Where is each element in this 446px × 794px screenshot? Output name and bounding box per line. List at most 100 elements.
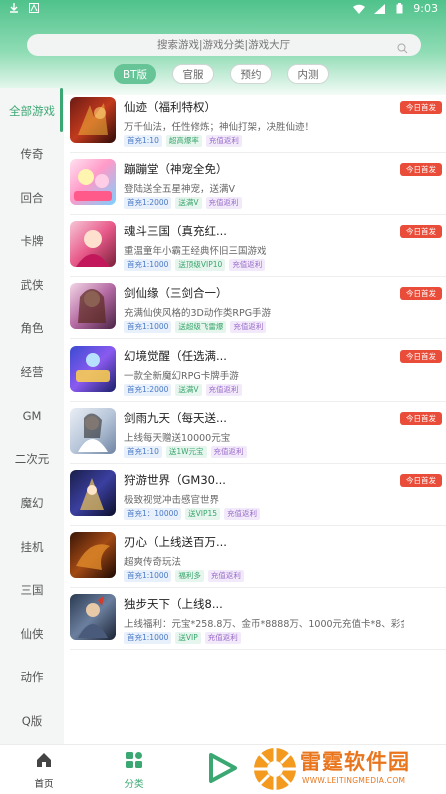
game-tags: 首充1:1000 送顶级VIP10 充值返利: [124, 259, 266, 271]
nav-category[interactable]: 分类: [114, 751, 154, 790]
nav-home[interactable]: 首页: [24, 751, 64, 790]
sidebar-item-gm[interactable]: GM: [0, 401, 64, 431]
sidebar-item-management[interactable]: 经营: [0, 357, 64, 387]
list-item[interactable]: 蹦蹦堂（神宠全免） 登陆送全五星神宠，送满V 首充1:2000 送满V 充值返利…: [70, 153, 446, 215]
launch-badge: 今日首发: [400, 412, 442, 425]
game-title: 仙迹（福利特权）: [124, 100, 216, 114]
wifi-icon: [353, 3, 366, 15]
game-description: 上线每天赠送10000元宝: [124, 433, 231, 444]
game-icon: [70, 346, 116, 392]
sidebar-item-turnbased[interactable]: 回合: [0, 183, 64, 213]
watermark: 雷霆软件园 WWW.LEITINGMEDIA.COM: [248, 744, 446, 794]
status-time: 9:03: [413, 2, 438, 15]
game-tags: 首充1:1000 福利多 充值返利: [124, 570, 244, 582]
sidebar-item-rpg[interactable]: 角色: [0, 313, 64, 343]
game-icon: [70, 221, 116, 267]
tag-feature: 超高爆率: [165, 135, 202, 147]
search-icon[interactable]: [397, 39, 409, 54]
tab-reserve[interactable]: 预约: [230, 64, 272, 84]
game-icon: [70, 283, 116, 329]
tag-recharge: 首充1:2000: [124, 197, 172, 209]
game-tags: 首充1:1000 送超级飞雷爆 充值返利: [124, 321, 267, 333]
tab-bt[interactable]: BT版: [114, 64, 156, 84]
list-item[interactable]: 幻境觉醒（任选满... 一款全新魔幻RPG卡牌手游 首充1:2000 送满V 充…: [70, 340, 446, 402]
list-item[interactable]: 魂斗三国（真充红... 重温童年小霸王经典怀旧三国游戏 首充1:1000 送顶级…: [70, 215, 446, 277]
launch-badge: 今日首发: [400, 474, 442, 487]
launch-badge: 今日首发: [400, 287, 442, 300]
launch-badge: 今日首发: [400, 163, 442, 176]
sidebar-item-all[interactable]: 全部游戏: [0, 96, 64, 126]
sidebar-item-card[interactable]: 卡牌: [0, 226, 64, 256]
sidebar-item-q-style[interactable]: Q版: [0, 706, 64, 736]
nav-category-label: 分类: [124, 779, 144, 790]
download-icon: [8, 2, 20, 14]
game-title: 刃心（上线送百万...: [124, 535, 227, 549]
sidebar-item-three-kingdoms[interactable]: 三国: [0, 575, 64, 605]
tag-rebate: 充值返利: [204, 632, 241, 644]
watermark-url: WWW.LEITINGMEDIA.COM: [302, 776, 406, 785]
search-bar[interactable]: [27, 34, 421, 56]
tag-feature: 送顶级VIP10: [175, 259, 226, 271]
game-tags: 首充1:2000 送满V 充值返利: [124, 197, 242, 209]
list-item[interactable]: 仙迹（福利特权） 万千仙法，任性修炼；神仙打架，决胜仙迹！ 首充1:10 超高爆…: [70, 91, 446, 153]
notification-icon: [28, 2, 40, 14]
tag-rebate: 充值返利: [224, 508, 261, 520]
game-description: 登陆送全五星神宠，送满V: [124, 184, 235, 195]
game-icon: [70, 97, 116, 143]
sidebar-item-fantasy[interactable]: 魔幻: [0, 488, 64, 518]
tag-recharge: 首充1:1000: [124, 321, 172, 333]
game-icon: [70, 408, 116, 454]
game-title: 独步天下（上线8...: [124, 597, 223, 611]
search-input[interactable]: [157, 39, 397, 51]
launch-badge: 今日首发: [400, 101, 442, 114]
sidebar-item-wuxia[interactable]: 武侠: [0, 270, 64, 300]
sidebar-item-legend[interactable]: 传奇: [0, 139, 64, 169]
game-title: 剑仙缘（三剑合一）: [124, 286, 228, 300]
game-tags: 首充1：10000 送VIP15 充值返利: [124, 508, 261, 520]
game-description: 极致视觉冲击感官世界: [124, 495, 220, 506]
play-icon[interactable]: [205, 751, 239, 789]
list-item[interactable]: 刃心（上线送百万... 超爽传奇玩法 首充1:1000 福利多 充值返利: [70, 526, 446, 588]
watermark-logo: [252, 746, 298, 794]
game-tags: 首充1:10 超高爆率 充值返利: [124, 135, 242, 147]
tag-feature: 送满V: [175, 197, 202, 209]
tab-bar: BT版 官服 预约 内测: [0, 64, 446, 86]
tab-beta[interactable]: 内测: [287, 64, 329, 84]
tag-feature: 福利多: [175, 570, 204, 582]
nav-home-label: 首页: [34, 779, 54, 790]
divider: [70, 338, 446, 339]
battery-icon: [393, 3, 405, 15]
list-item[interactable]: 独步天下（上线8... 上线福利：元宝*258.8万、金币*8888万、1000…: [70, 588, 446, 650]
watermark-title: 雷霆软件园: [300, 750, 410, 774]
tag-feature: 送VIP15: [185, 508, 221, 520]
tag-recharge: 首充1:2000: [124, 384, 172, 396]
game-icon: [70, 159, 116, 205]
game-title: 狩游世界（GM30...: [124, 473, 226, 487]
sidebar-item-action[interactable]: 动作: [0, 662, 64, 692]
game-description: 上线福利：元宝*258.8万、金币*8888万、1000元充值卡*8、彩金伙伴.…: [124, 619, 404, 630]
sidebar-item-idle[interactable]: 挂机: [0, 532, 64, 562]
game-title: 剑雨九天（每天送...: [124, 411, 227, 425]
sidebar-item-anime[interactable]: 二次元: [0, 444, 64, 474]
launch-badge: 今日首发: [400, 225, 442, 238]
list-item[interactable]: 剑仙缘（三剑合一） 充满仙侠风格的3D动作类RPG手游 首充1:1000 送超级…: [70, 277, 446, 339]
list-item[interactable]: 剑雨九天（每天送... 上线每天赠送10000元宝 首充1:10 送1W元宝 充…: [70, 402, 446, 464]
list-item[interactable]: 狩游世界（GM30... 极致视觉冲击感官世界 首充1：10000 送VIP15…: [70, 464, 446, 526]
sidebar-item-xianxia[interactable]: 仙侠: [0, 619, 64, 649]
tag-recharge: 首充1:10: [124, 446, 162, 458]
game-title: 幻境觉醒（任选满...: [124, 349, 227, 363]
category-sidebar: 全部游戏 传奇 回合 卡牌 武侠 角色 经营 GM 二次元 魔幻 挂机 三国 仙…: [0, 88, 64, 744]
divider: [70, 649, 446, 650]
tag-feature: 送超级飞雷爆: [175, 321, 227, 333]
game-title: 魂斗三国（真充红...: [124, 224, 227, 238]
tag-rebate: 充值返利: [205, 135, 242, 147]
game-tags: 首充1:10 送1W元宝 充值返利: [124, 446, 247, 458]
tag-recharge: 首充1:10: [124, 135, 162, 147]
tab-official[interactable]: 官服: [172, 64, 214, 84]
tag-recharge: 首充1：10000: [124, 508, 182, 520]
home-icon: [35, 751, 53, 772]
tag-feature: 送1W元宝: [165, 446, 207, 458]
game-tags: 首充1:2000 送满V 充值返利: [124, 384, 242, 396]
game-icon: [70, 594, 116, 640]
tag-rebate: 充值返利: [207, 570, 244, 582]
